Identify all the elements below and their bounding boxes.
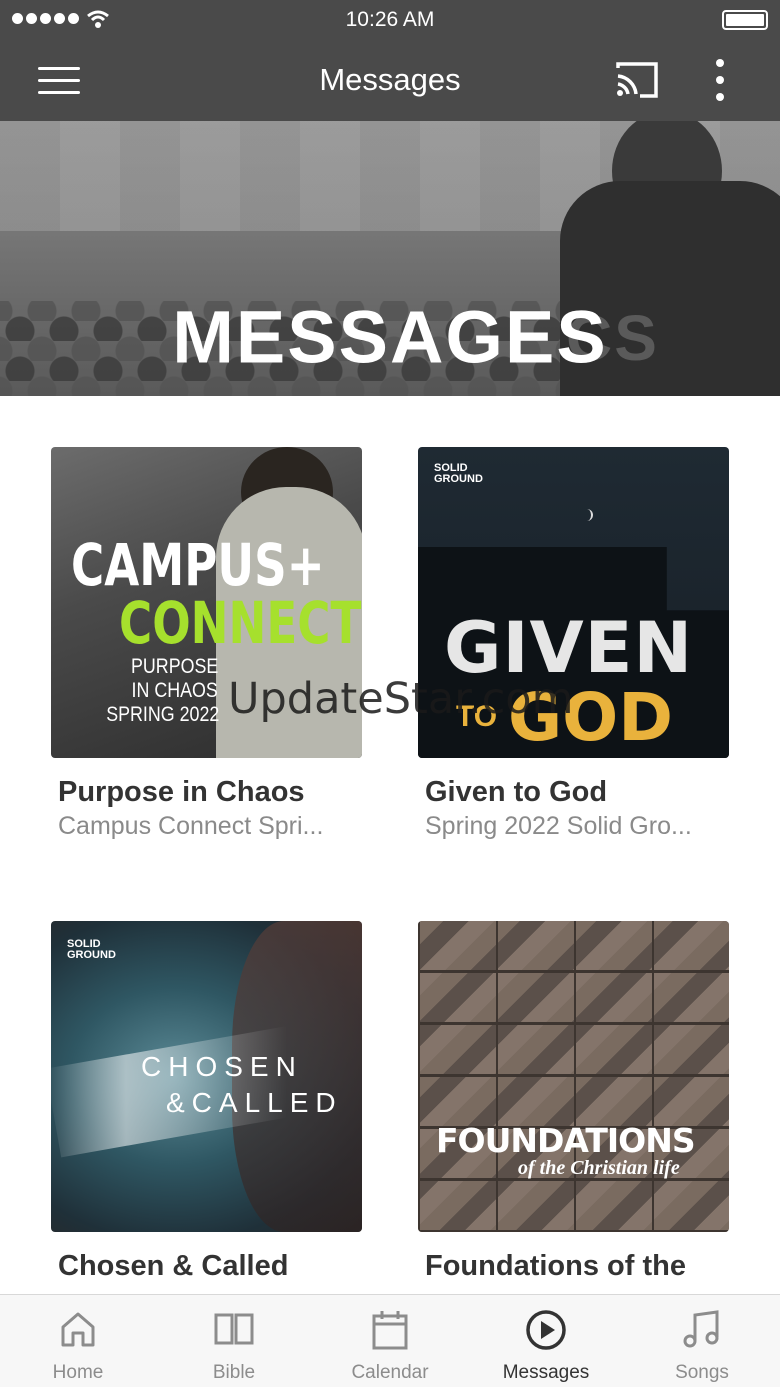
series-card-chosen-and-called[interactable]: SOLID GROUND CHOSEN &CALLED Chosen & Cal…	[51, 921, 362, 1286]
series-card-purpose-in-chaos[interactable]: CAMPUS+ CONNECT PURPOSE IN CHAOS SPRING …	[51, 447, 362, 841]
series-card-foundations[interactable]: FOUNDATIONS of the Christian life Founda…	[418, 921, 729, 1286]
music-note-icon	[683, 1310, 719, 1348]
hero-banner: CS MESSAGES	[0, 121, 780, 396]
series-title: Chosen & Called	[58, 1250, 289, 1282]
cast-icon[interactable]	[614, 60, 660, 100]
solid-ground-logo: SOLID GROUND	[434, 462, 483, 485]
series-title: Foundations of the	[425, 1250, 686, 1282]
calendar-icon	[372, 1311, 408, 1350]
status-bar: 10:26 AM	[0, 0, 780, 40]
series-card-given-to-god[interactable]: SOLID GROUND GIVEN TO GOD Given to God S…	[418, 447, 729, 841]
tab-bible[interactable]: Bible	[156, 1295, 312, 1387]
app-bar: Messages	[0, 40, 780, 121]
series-artwork[interactable]: SOLID GROUND CHOSEN &CALLED	[51, 921, 362, 1232]
page-title: Messages	[319, 62, 461, 97]
message-series-grid: CAMPUS+ CONNECT PURPOSE IN CHAOS SPRING …	[0, 396, 780, 1294]
book-icon	[214, 1313, 254, 1345]
series-artwork[interactable]: FOUNDATIONS of the Christian life	[418, 921, 729, 1232]
status-time: 10:26 AM	[345, 8, 435, 31]
watermark: UpdateStar.com	[228, 674, 574, 724]
hero-title: MESSAGES	[172, 295, 608, 379]
bottom-tab-bar: Home Bible Calendar Messages Songs	[0, 1294, 780, 1387]
tab-calendar[interactable]: Calendar	[312, 1295, 468, 1387]
tab-songs[interactable]: Songs	[624, 1295, 780, 1387]
more-options-icon[interactable]	[712, 59, 728, 101]
series-title: Purpose in Chaos	[58, 776, 305, 808]
series-title: Given to God	[425, 776, 608, 808]
tab-messages[interactable]: Messages	[468, 1295, 624, 1387]
home-icon	[61, 1312, 95, 1347]
series-subtitle: Campus Connect Spri...	[58, 812, 324, 840]
play-circle-icon	[526, 1310, 566, 1350]
series-subtitle: Spring 2022 Solid Gro...	[425, 812, 692, 840]
tab-home[interactable]: Home	[0, 1295, 156, 1387]
solid-ground-logo: SOLID GROUND	[67, 938, 116, 961]
battery-icon	[722, 10, 768, 30]
